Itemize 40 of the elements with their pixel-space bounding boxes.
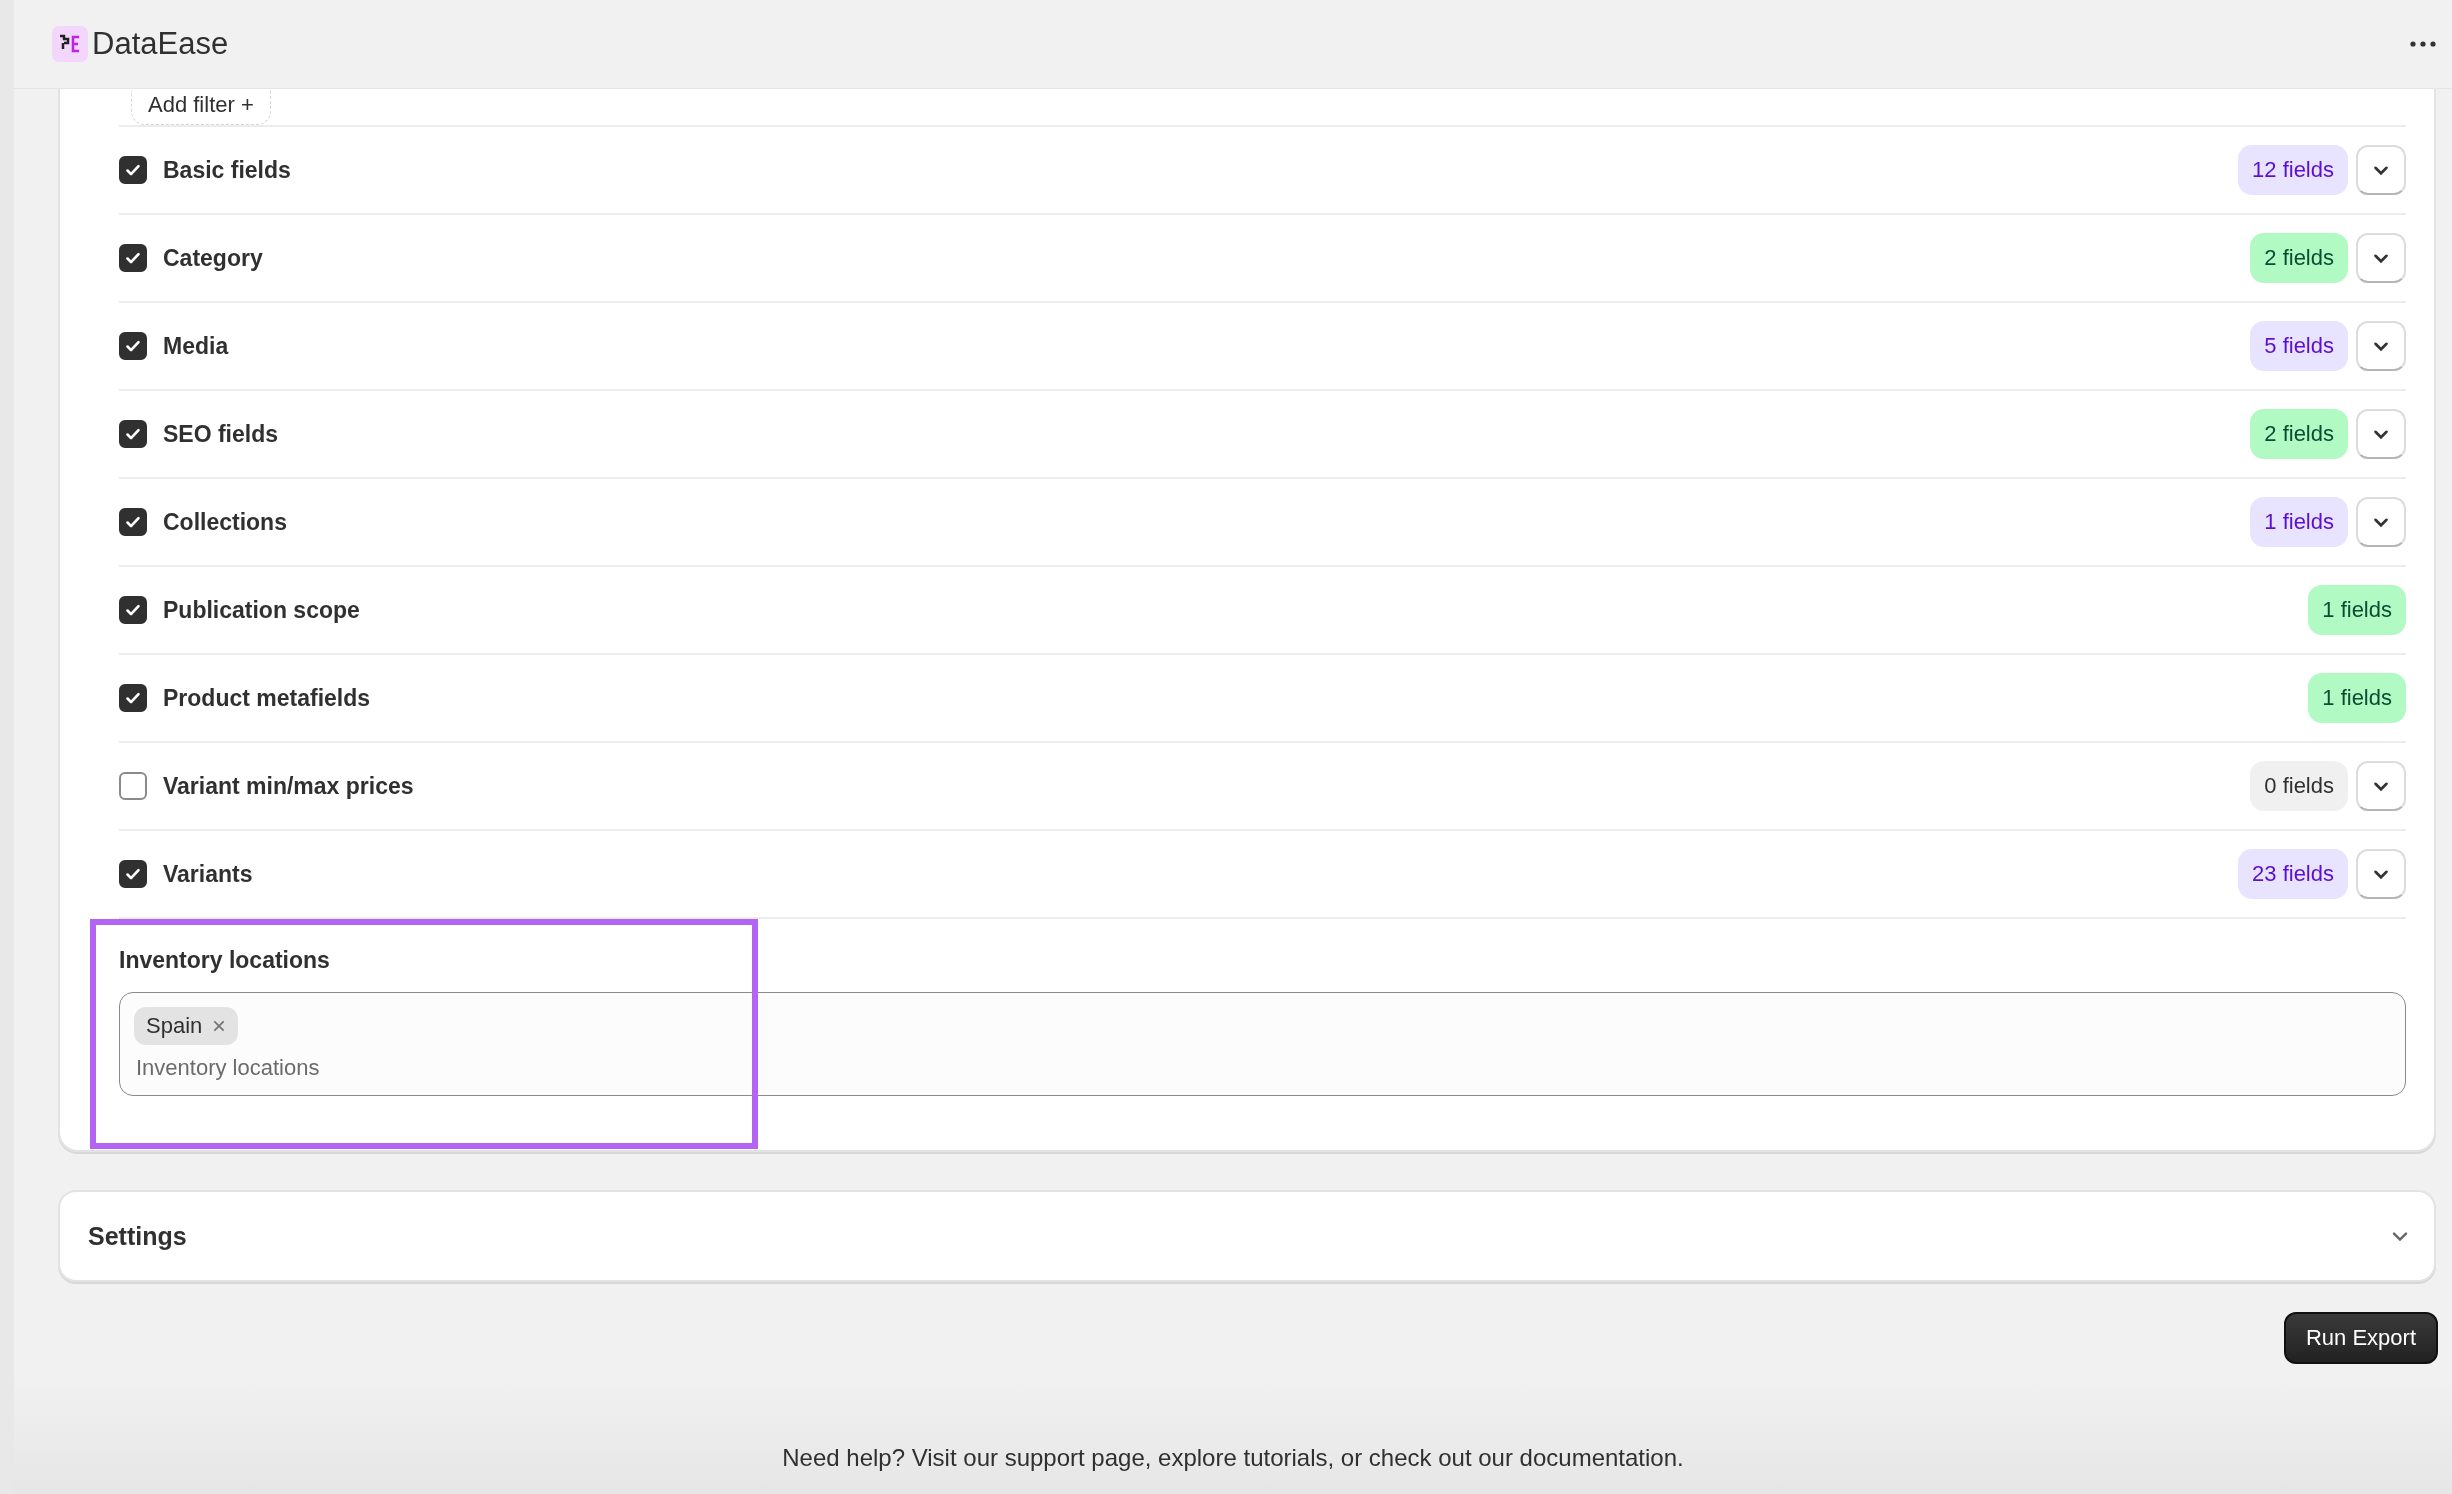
- checkbox[interactable]: [119, 772, 147, 800]
- checkbox[interactable]: [119, 508, 147, 536]
- field-count: 23 fields: [2238, 849, 2348, 899]
- group-label: Basic fields: [163, 156, 292, 184]
- app-title: DataEase: [92, 26, 229, 62]
- more-icon[interactable]: [2410, 41, 2436, 47]
- checkbox[interactable]: [119, 684, 147, 712]
- remove-icon[interactable]: [212, 1019, 227, 1033]
- group-label: Product metafields: [163, 684, 372, 712]
- field-label: Inventory locations: [119, 947, 331, 974]
- field-count: 1 fields: [2250, 497, 2348, 547]
- text-input[interactable]: Inventory locations: [134, 1053, 2391, 1083]
- field-count: 1 fields: [2308, 585, 2406, 635]
- run-export-button[interactable]: Run Export: [2283, 1312, 2438, 1364]
- field-count: 5 fields: [2250, 321, 2348, 371]
- logo-icon: [52, 26, 88, 62]
- field-count: 2 fields: [2250, 409, 2348, 459]
- checkbox[interactable]: [119, 156, 147, 184]
- settings-panel[interactable]: Settings: [58, 1190, 2436, 1282]
- field-count: 1 fields: [2308, 673, 2406, 723]
- group-label: Variant min/max prices: [163, 772, 415, 800]
- settings-title: Settings: [88, 1221, 187, 1251]
- tag-label: Spain: [146, 1013, 203, 1039]
- field-count: 0 fields: [2250, 761, 2348, 811]
- field-count: 12 fields: [2238, 145, 2348, 195]
- add-filter-button[interactable]: Add filter +: [131, 91, 271, 125]
- field-count: 2 fields: [2250, 233, 2348, 283]
- group-label: Media: [163, 332, 230, 360]
- checkbox[interactable]: [119, 420, 147, 448]
- checkbox[interactable]: [119, 596, 147, 624]
- help-text: Need help? Visit our support page, explore tutorials, or check out our documentation.: [781, 1444, 1685, 1472]
- group-label: Publication scope: [163, 596, 361, 624]
- group-label: Category: [163, 244, 264, 272]
- checkbox[interactable]: [119, 332, 147, 360]
- locations-field[interactable]: Spain Inventory locations: [119, 992, 2406, 1096]
- checkbox[interactable]: [119, 244, 147, 272]
- group-label: Variants: [163, 860, 254, 888]
- group-label: Collections: [163, 508, 288, 536]
- group-label: SEO fields: [163, 420, 280, 448]
- checkbox[interactable]: [119, 860, 147, 888]
